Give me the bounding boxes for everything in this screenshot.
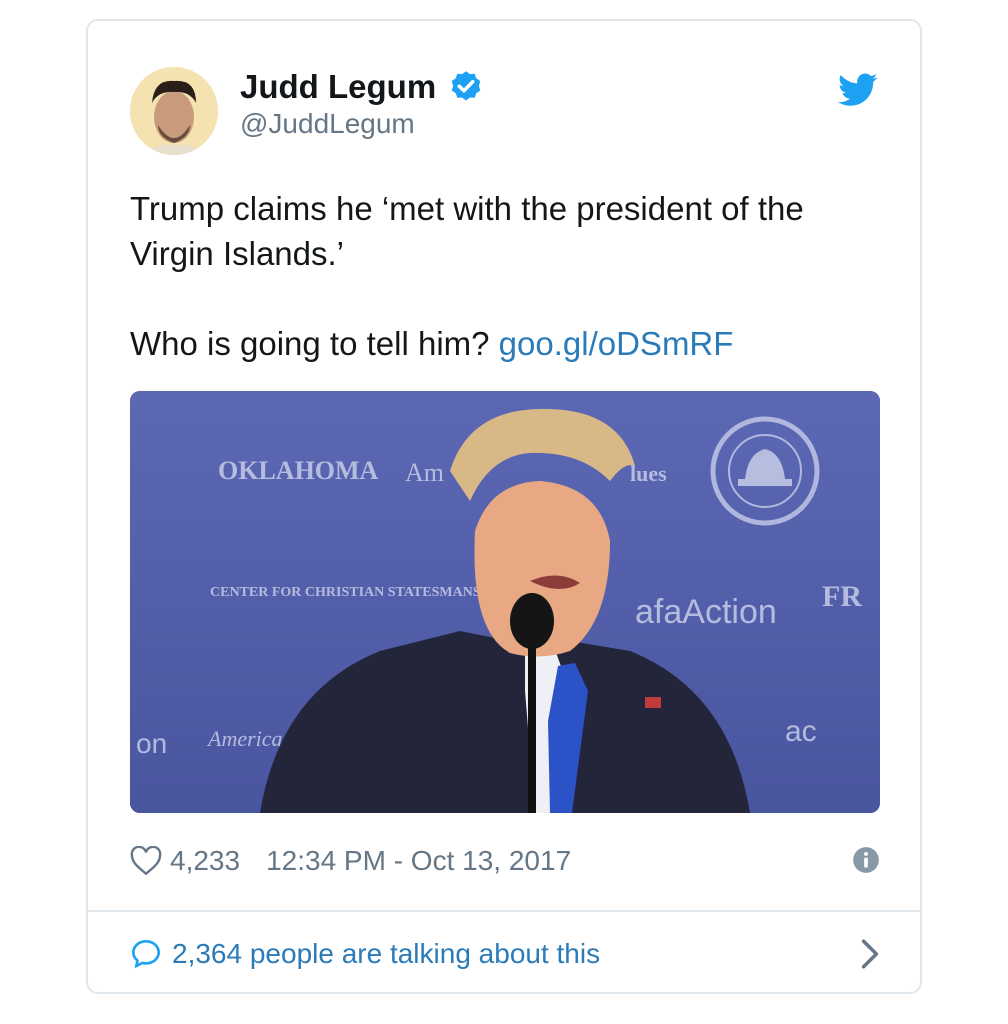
display-name-row: Judd Legum	[240, 67, 484, 107]
chevron-right-icon[interactable]	[860, 938, 880, 970]
backdrop-logo-on: on	[136, 728, 167, 759]
footer-divider	[88, 910, 920, 912]
heart-icon[interactable]	[130, 846, 162, 876]
backdrop-logo-ac: ac	[785, 715, 817, 748]
verified-badge-icon	[451, 71, 481, 101]
avatar[interactable]	[130, 67, 218, 155]
backdrop-logo-america: America	[206, 726, 283, 751]
backdrop-logo-fr: FR	[822, 580, 862, 613]
tweet-meta-row: 4,233 12:34 PM - Oct 13, 2017	[130, 841, 880, 881]
backdrop-logo-values: lues	[630, 461, 667, 486]
conversation-footer[interactable]: 2,364 people are talking about this	[130, 934, 880, 974]
avatar-image	[130, 67, 218, 155]
like-count[interactable]: 4,233	[170, 845, 240, 877]
backdrop-logo-am: Am	[405, 458, 444, 487]
tweet-line-1: Trump claims he ‘met with the president …	[130, 190, 804, 272]
tweet-line-2-text: Who is going to tell him?	[130, 325, 499, 362]
backdrop-logo-center: CENTER FOR CHRISTIAN STATESMANSHIP	[210, 585, 506, 600]
speech-bubble-icon	[131, 939, 161, 969]
backdrop-logo-afa: afaAction	[635, 593, 777, 631]
info-icon[interactable]	[852, 846, 880, 874]
tweet-timestamp[interactable]: 12:34 PM - Oct 13, 2017	[266, 845, 571, 877]
tweet-link[interactable]: goo.gl/oDSmRF	[499, 325, 734, 362]
talking-about-text[interactable]: 2,364 people are talking about this	[172, 938, 600, 970]
media-photo: OKLAHOMA Am lues CENTER FOR CHRISTIAN ST…	[130, 391, 880, 813]
tweet-card[interactable]: Judd Legum @JuddLegum Trump claims he ‘m…	[86, 19, 922, 994]
twitter-bird-icon[interactable]	[838, 73, 878, 107]
display-name[interactable]: Judd Legum	[240, 67, 436, 107]
tweet-text: Trump claims he ‘met with the president …	[130, 186, 890, 366]
tweet-media-image[interactable]: OKLAHOMA Am lues CENTER FOR CHRISTIAN ST…	[130, 391, 880, 813]
tweet-line-2: Who is going to tell him? goo.gl/oDSmRF	[130, 321, 890, 366]
backdrop-logo-oklahoma: OKLAHOMA	[218, 456, 379, 485]
user-handle[interactable]: @JuddLegum	[240, 107, 415, 141]
